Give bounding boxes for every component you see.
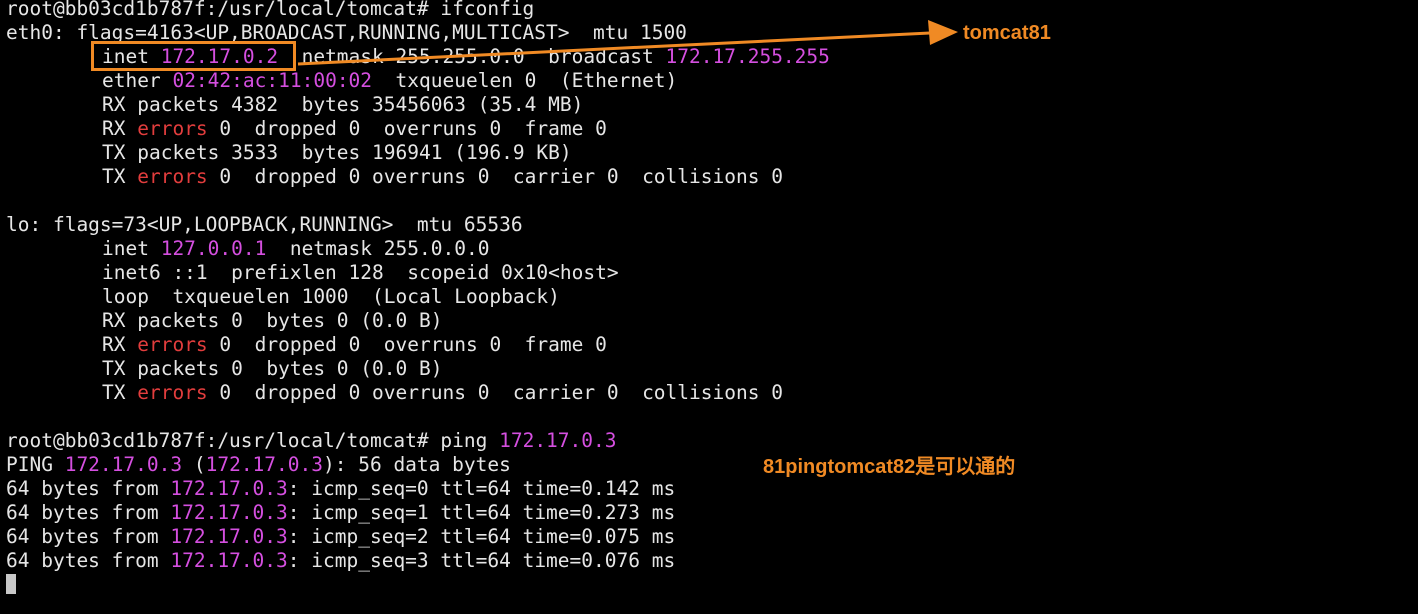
tomcat81-label: tomcat81 — [963, 22, 1051, 44]
ping-note-label: 81pingtomcat82是可以通的 — [763, 456, 1016, 478]
annotation-arrow — [297, 20, 958, 66]
